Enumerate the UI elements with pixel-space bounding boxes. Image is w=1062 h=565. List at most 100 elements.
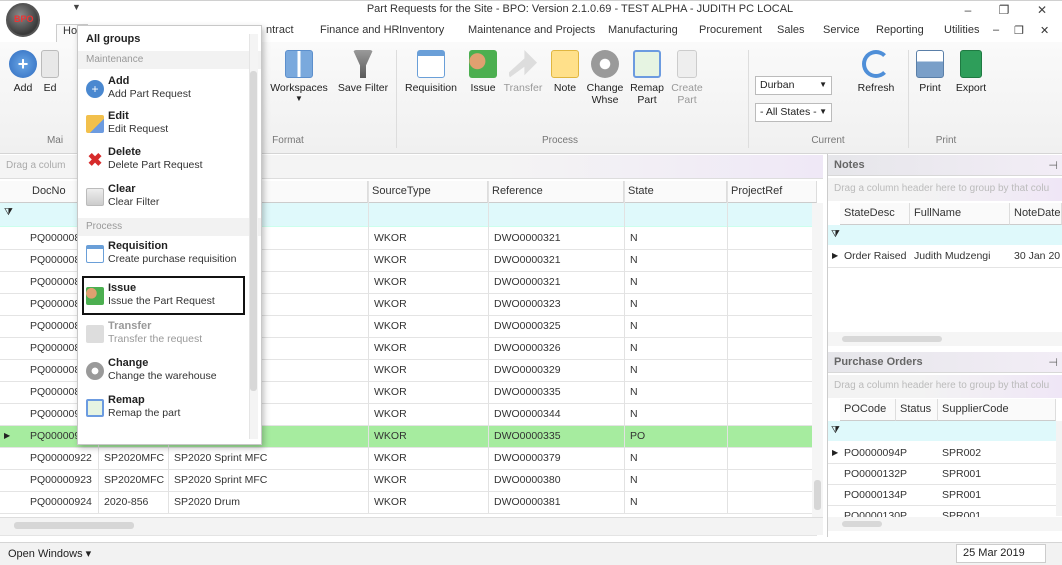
purchase-orders-group-hint: Drag a column header here to group by th… — [828, 375, 1062, 398]
add-button[interactable]: + Add — [5, 50, 41, 94]
mdi-close-button[interactable]: ✕ — [1040, 24, 1049, 37]
po-vertical-scrollbar[interactable] — [1056, 421, 1062, 516]
po-row[interactable]: PO0000134 P SPR001 — [828, 485, 1056, 506]
chevron-down-icon: ▼ — [819, 80, 827, 89]
pin-icon[interactable]: ⊣ — [1048, 159, 1058, 172]
add-label: Add — [13, 82, 33, 94]
po-row[interactable]: PO0000132 P SPR001 — [828, 464, 1056, 485]
group-process-label: Process — [541, 135, 579, 146]
notes-column-statedesc[interactable]: StateDesc — [840, 203, 910, 225]
dropdown-item-delete[interactable]: ✖ Delete Delete Part Request — [78, 144, 248, 178]
tab-manufacturing[interactable]: Manufacturing — [608, 24, 678, 36]
table-cell-docno: PQ00000924 — [30, 496, 92, 508]
column-header-sourcetype[interactable]: SourceType — [368, 181, 488, 203]
create-part-button[interactable]: Create Part — [668, 50, 706, 106]
printer-icon — [916, 50, 944, 78]
dropdown-item-transfer[interactable]: Transfer Transfer the request — [78, 318, 248, 352]
table-row[interactable]: PQ00000924 2020-856 SP2020 Drum WKOR DWO0000… — [0, 492, 817, 514]
pin-icon[interactable]: ⊣ — [1048, 356, 1058, 369]
po-column-suppliercode[interactable]: SupplierCode — [938, 399, 1056, 421]
refresh-button[interactable]: Refresh — [852, 50, 900, 94]
table-cell-ref: DWO0000323 — [494, 298, 561, 310]
minimize-button[interactable]: – — [950, 0, 986, 20]
dropdown-item-remap-title: Remap — [108, 394, 145, 406]
column-header-state[interactable]: State — [624, 181, 727, 203]
table-row[interactable]: PQ00000923 SP2020MFC SP2020 Sprint MFC WKOR… — [0, 470, 817, 492]
notes-scroll-thumb[interactable] — [842, 336, 942, 342]
table-cell-c2: SP2020MFC — [104, 474, 165, 486]
po-scroll-thumb[interactable] — [842, 521, 882, 527]
status-date[interactable]: 25 Mar 2019 — [956, 544, 1046, 563]
chevron-down-icon: ▼ — [295, 94, 303, 103]
po-cell-supplier: SPR001 — [942, 489, 982, 501]
edit-button[interactable]: Ed — [38, 50, 62, 94]
grid-horizontal-scroll-thumb[interactable] — [14, 522, 134, 529]
dropdown-item-edit[interactable]: Edit Edit Request — [78, 108, 248, 142]
tab-reporting[interactable]: Reporting — [876, 24, 924, 36]
remap-icon — [86, 399, 104, 417]
tab-sales[interactable]: Sales — [777, 24, 805, 36]
requisition-button[interactable]: Requisition — [400, 50, 462, 94]
row-indicator-icon: ▶ — [832, 448, 839, 457]
tab-inventory[interactable]: Inventory — [399, 24, 444, 36]
grid-vertical-scrollbar[interactable] — [812, 203, 823, 517]
note-label: Note — [553, 82, 577, 94]
column-header-reference[interactable]: Reference — [488, 181, 624, 203]
workspaces-button[interactable]: Workspaces ▼ — [267, 50, 331, 103]
po-column-pocode[interactable]: POCode — [840, 399, 896, 421]
remap-part-button[interactable]: Remap Part — [628, 50, 666, 106]
tab-service[interactable]: Service — [823, 24, 860, 36]
table-cell-source: WKOR — [374, 408, 407, 420]
notes-column-fullname[interactable]: FullName — [910, 203, 1010, 225]
table-cell-docno: PQ000008 — [30, 364, 81, 376]
dropdown-item-add[interactable]: + Add Add Part Request — [78, 73, 248, 107]
dropdown-item-requisition-title: Requisition — [108, 240, 168, 252]
table-cell-state: PO — [630, 430, 646, 442]
state-combo[interactable]: - All States - ▼ — [755, 103, 832, 122]
purchase-orders-panel-title: Purchase Orders ⊣ — [828, 352, 1062, 373]
dropdown-scroll-thumb[interactable] — [250, 71, 257, 391]
table-cell-state: N — [630, 276, 638, 288]
mdi-restore-button[interactable]: ❐ — [1014, 24, 1024, 37]
table-cell-docno: PQ000008 — [30, 342, 81, 354]
restore-button[interactable]: ❐ — [986, 0, 1022, 20]
ribbon-separator — [748, 50, 749, 148]
note-button[interactable]: Note — [548, 50, 582, 94]
dropdown-item-add-sub: Add Part Request — [108, 88, 191, 100]
tab-procurement[interactable]: Procurement — [699, 24, 762, 36]
notes-filter-row[interactable] — [828, 225, 1062, 245]
transfer-button[interactable]: Transfer — [502, 50, 544, 94]
dropdown-item-clear[interactable]: Clear Clear Filter — [78, 181, 248, 215]
dropdown-item-change[interactable]: Change Change the warehouse — [78, 355, 248, 389]
open-windows-button[interactable]: Open Windows ▾ — [8, 547, 91, 560]
notes-row[interactable]: ▶ Order Raised Judith Mudzengi 30 Jan 20 — [828, 246, 1062, 268]
dropdown-item-remap[interactable]: Remap Remap the part — [78, 392, 248, 426]
column-header-projectref[interactable]: ProjectRef — [727, 181, 817, 203]
tab-contract[interactable]: ntract — [266, 24, 294, 36]
po-cell-status: P — [900, 447, 908, 459]
table-cell-state: N — [630, 452, 638, 464]
dropdown-item-requisition[interactable]: Requisition Create purchase requisition — [78, 238, 248, 272]
dropdown-item-transfer-title: Transfer — [108, 320, 152, 332]
notes-column-notedate[interactable]: NoteDate — [1010, 203, 1062, 225]
quick-access-dropdown-icon[interactable]: ▼ — [72, 2, 81, 12]
grid-vertical-scroll-thumb[interactable] — [814, 480, 821, 510]
po-filter-row[interactable] — [828, 421, 1056, 441]
close-button[interactable]: ✕ — [1024, 0, 1060, 20]
transfer-label: Transfer — [503, 82, 543, 94]
tab-utilities[interactable]: Utilities — [944, 24, 979, 36]
po-column-status[interactable]: Status — [896, 399, 938, 421]
po-row[interactable]: ▶ PO0000094 P SPR002 — [828, 443, 1056, 464]
site-combo[interactable]: Durban ▼ — [755, 76, 832, 95]
save-filter-button[interactable]: Save Filter — [333, 50, 393, 94]
tab-maintenance-projects[interactable]: Maintenance and Projects — [468, 24, 595, 36]
mdi-minimize-button[interactable]: – — [993, 24, 999, 36]
change-warehouse-button[interactable]: Change Whse — [585, 50, 625, 106]
row-indicator-icon: ▶ — [832, 251, 839, 260]
app-logo[interactable]: BPO — [6, 3, 40, 37]
print-button[interactable]: Print — [913, 50, 947, 94]
export-button[interactable]: Export — [950, 50, 992, 94]
tab-finance-hr[interactable]: Finance and HR — [320, 24, 400, 36]
issue-button[interactable]: Issue — [466, 50, 500, 94]
table-row[interactable]: PQ00000922 SP2020MFC SP2020 Sprint MFC WKOR… — [0, 448, 817, 470]
